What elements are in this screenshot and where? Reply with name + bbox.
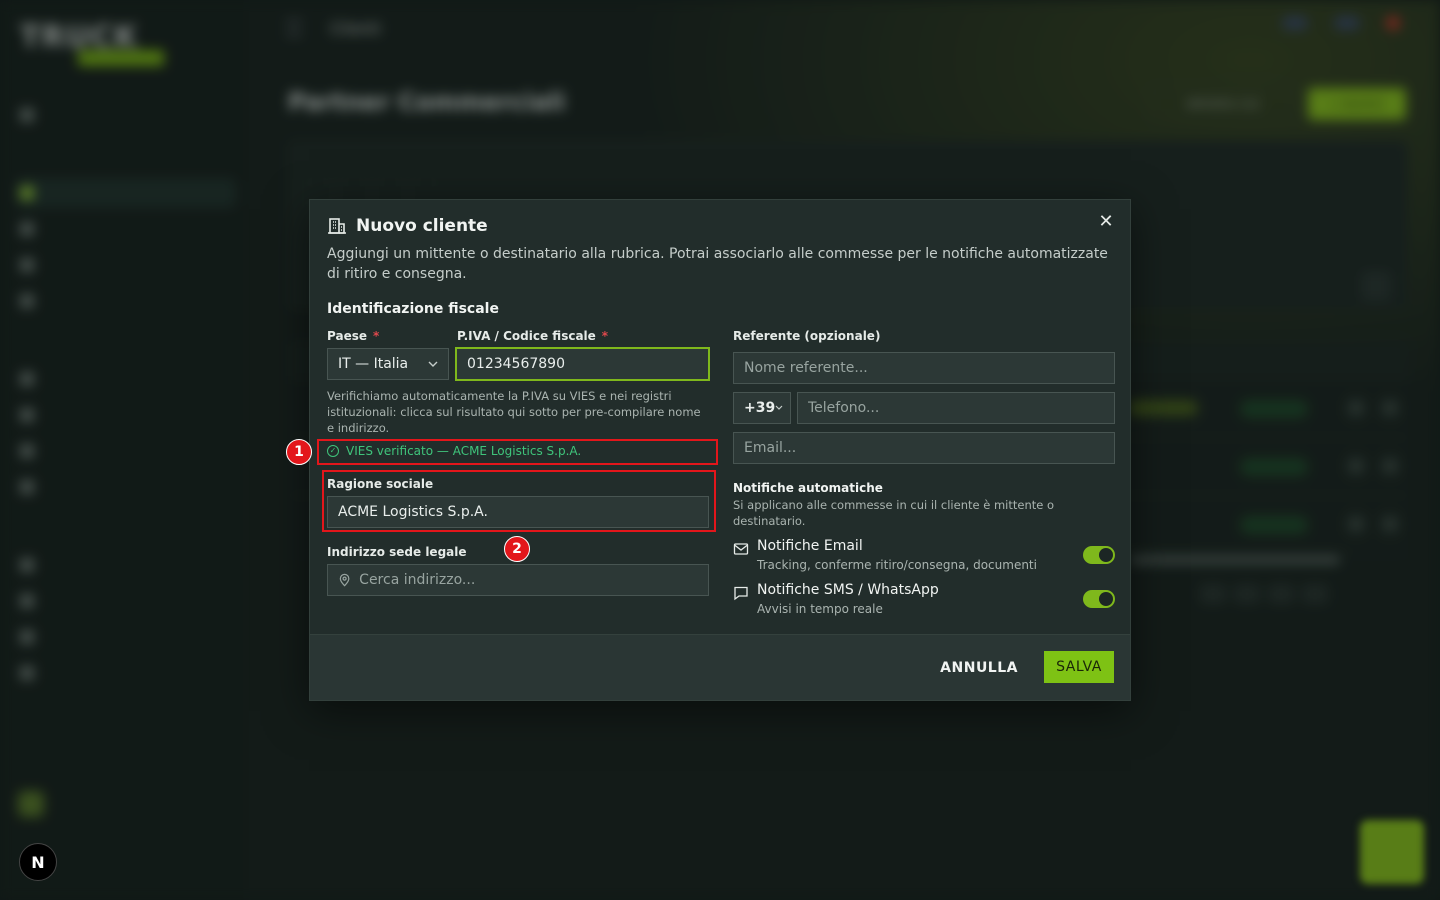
company-name-label: Ragione sociale [327,477,434,491]
close-icon[interactable]: ✕ [1096,212,1116,232]
cancel-button[interactable]: ANNULLA [934,655,1024,681]
dialog-header: Nuovo cliente [327,216,488,236]
company-name-field[interactable] [327,496,709,528]
company-name-input[interactable] [338,504,698,520]
contact-name-input[interactable] [744,360,1104,376]
sms-notification-row: Notifiche SMS / WhatsApp Avvisi in tempo… [733,582,1115,622]
vat-label-text: P.IVA / Codice fiscale [457,329,596,343]
notifications-title: Notifiche automatiche [733,481,883,495]
required-mark: * [373,329,380,343]
save-button[interactable]: SALVA [1044,651,1114,683]
phone-input[interactable] [808,400,1104,416]
building-icon [328,218,346,234]
sms-notification-title: Notifiche SMS / WhatsApp [757,582,939,598]
address-search-input[interactable] [359,572,698,588]
vat-label: P.IVA / Codice fiscale * [457,329,608,343]
contact-name-field[interactable] [733,352,1115,384]
phone-prefix-value: +39 [744,400,776,416]
email-input[interactable] [744,440,1104,456]
map-pin-icon [339,573,350,587]
country-select-value: IT — Italia [338,356,409,372]
country-select[interactable]: IT — Italia [327,348,449,380]
n-badge[interactable]: N [19,843,57,881]
sms-notification-subtitle: Avvisi in tempo reale [757,602,883,616]
vies-result-text: VIES verificato — ACME Logistics S.p.A. [346,444,582,458]
message-square-icon [734,586,748,601]
new-client-dialog: Nuovo cliente ✕ Aggiungi un mittente o d… [286,199,1131,701]
vat-field[interactable] [455,347,710,381]
vat-input[interactable] [467,356,698,372]
country-label: Paese * [327,329,379,343]
vies-helper-text: Verifichiamo automaticamente la P.IVA su… [327,389,701,435]
phone-field[interactable] [797,392,1115,424]
vies-result[interactable]: ✓ VIES verificato — ACME Logistics S.p.A… [327,444,581,458]
dialog-title: Nuovo cliente [356,216,488,236]
contact-label: Referente (opzionale) [733,329,881,343]
fiscal-section-title: Identificazione fiscale [327,301,499,317]
address-field[interactable] [327,564,709,596]
address-label: Indirizzo sede legale [327,545,467,559]
email-notification-title: Notifiche Email [757,538,863,554]
email-notification-toggle[interactable] [1083,546,1115,564]
phone-prefix-select[interactable]: +39 [733,392,791,424]
sms-notification-toggle[interactable] [1083,590,1115,608]
notifications-subtitle: Si applicano alle commesse in cui il cli… [733,498,1055,528]
email-field[interactable] [733,432,1115,464]
chevron-down-icon [775,403,783,413]
dialog-description: Aggiungi un mittente o destinatario alla… [327,246,1108,282]
check-circle-icon: ✓ [327,445,339,457]
email-notification-row: Notifiche Email Tracking, conferme ritir… [733,538,1115,578]
mail-icon [733,543,749,555]
annotation-marker-2: 2 [504,536,530,562]
dialog-footer: ANNULLA SALVA [310,634,1130,700]
country-label-text: Paese [327,329,367,343]
annotation-marker-1: 1 [286,439,312,465]
chevron-down-icon [428,359,438,370]
required-mark: * [601,329,609,343]
email-notification-subtitle: Tracking, conferme ritiro/consegna, docu… [757,558,1037,572]
